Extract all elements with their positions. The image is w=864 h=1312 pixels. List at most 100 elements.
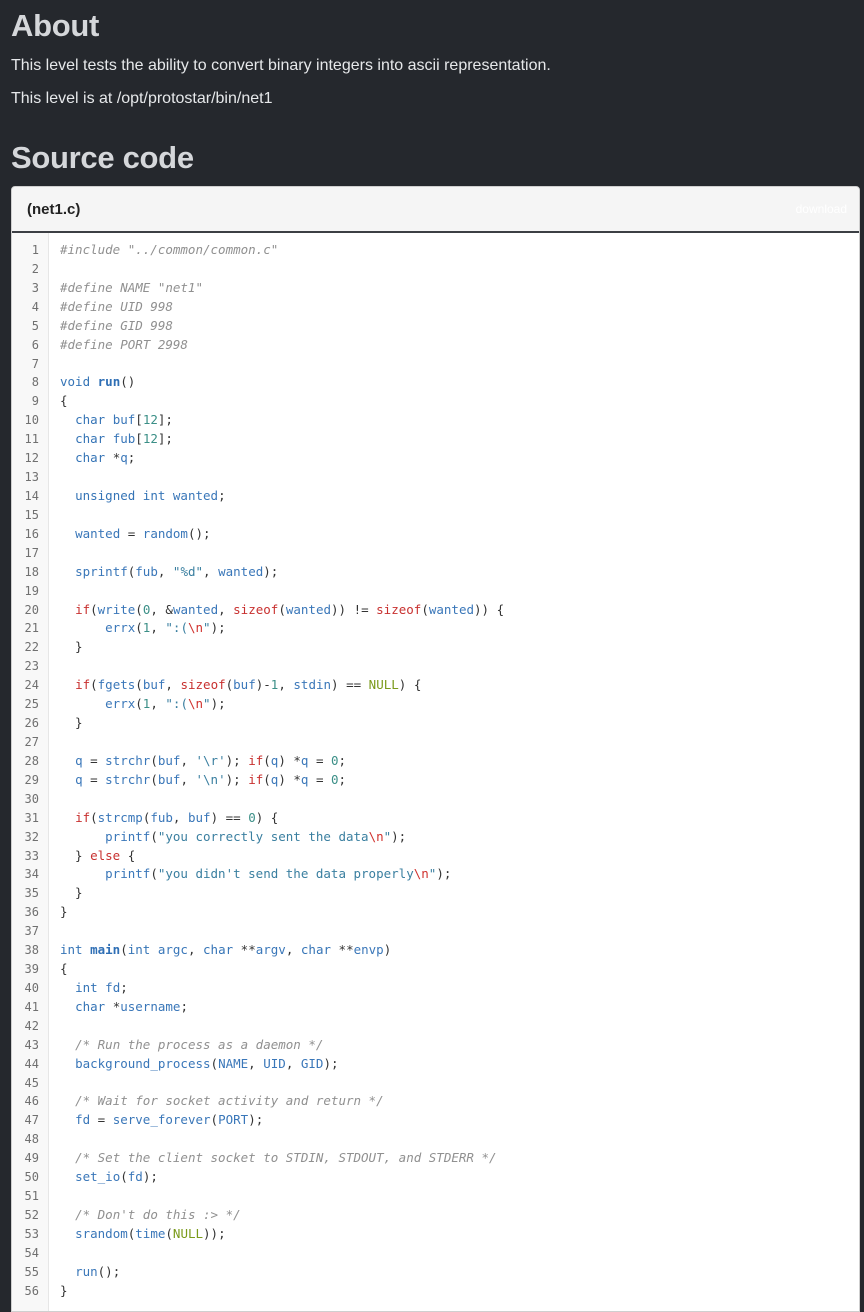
line-content: int main(int argc, char **argv, char **e…	[60, 941, 391, 960]
code-token: )	[383, 942, 392, 958]
code-token: #define GID 998	[60, 317, 173, 333]
code-token: (	[421, 601, 429, 617]
code-token: char	[300, 942, 339, 958]
line-number: 9	[31, 394, 39, 409]
code-line: 30	[12, 790, 859, 809]
code-line: 35 }	[12, 884, 859, 903]
code-token: fub	[112, 431, 136, 447]
code-token: unsigned int	[75, 487, 173, 503]
line-number: 12	[24, 451, 39, 466]
code-token: ();	[187, 525, 211, 541]
code-panel-header: (net1.c) download	[12, 187, 859, 233]
download-link[interactable]: download	[796, 202, 847, 216]
code-token: char	[203, 942, 241, 958]
code-token: ) {	[398, 677, 422, 693]
code-token: (	[135, 677, 143, 693]
code-token: (	[150, 866, 158, 882]
code-token: ;	[180, 998, 188, 1014]
code-line: 40 int fd;	[12, 979, 859, 998]
code-token: }	[60, 639, 83, 655]
line-number: 23	[24, 659, 39, 674]
code-token: );	[225, 752, 249, 768]
line-content: wanted = random();	[60, 525, 211, 544]
code-listing[interactable]: 1 #include "../common/common.c" 2 3 #define …	[12, 241, 859, 1301]
line-number: 16	[24, 526, 39, 541]
line-content: printf("you correctly sent the data\n");	[60, 828, 406, 847]
code-token: wanted	[172, 601, 219, 617]
code-token: =	[82, 752, 106, 768]
code-token: fd	[127, 1169, 143, 1185]
line-number: 56	[24, 1283, 39, 1298]
line-content: #define GID 998	[60, 317, 173, 336]
code-token: run	[97, 374, 121, 390]
code-line: 45	[12, 1074, 859, 1093]
code-token: write	[97, 601, 136, 617]
code-line: 49 /* Set the client socket to STDIN, ST…	[12, 1149, 859, 1168]
page: About This level tests the ability to co…	[0, 0, 864, 1312]
line-content: errx(1, ":(\n");	[60, 695, 226, 714]
code-token: ) *	[278, 752, 301, 768]
line-number: 4	[31, 299, 39, 314]
line-content: int fd;	[60, 979, 128, 998]
line-number: 38	[24, 943, 39, 958]
code-line: 22 }	[12, 638, 859, 657]
code-token: , &	[150, 601, 173, 617]
code-token: );	[391, 828, 407, 844]
code-token: if	[248, 771, 264, 787]
code-token: ":(	[165, 696, 188, 712]
code-token: "	[203, 620, 211, 636]
code-token: (	[135, 696, 143, 712]
line-content: /* Run the process as a daemon */	[60, 1036, 323, 1055]
line-number: 54	[24, 1245, 39, 1260]
code-token: strchr	[105, 752, 151, 768]
code-line: 36}	[12, 903, 859, 922]
code-line: 31 if(strcmp(fub, buf) == 0) {	[12, 809, 859, 828]
code-line: 55 run();	[12, 1263, 859, 1282]
code-line: 47 fd = serve_forever(PORT);	[12, 1111, 859, 1130]
code-token: );	[210, 696, 226, 712]
code-token: /* Run the process as a daemon */	[75, 1036, 324, 1052]
line-number: 41	[24, 999, 39, 1014]
line-number: 7	[31, 356, 39, 371]
code-token: argv	[255, 942, 286, 958]
code-token: 0	[331, 752, 339, 768]
code-token: ) {	[255, 809, 279, 825]
code-token: );	[142, 1169, 158, 1185]
code-line: 41 char *username;	[12, 998, 859, 1017]
code-token: ,	[203, 563, 219, 579]
code-line: 52 /* Don't do this :> */	[12, 1206, 859, 1225]
code-line: 11 char fub[12];	[12, 430, 859, 449]
code-token: }	[60, 904, 68, 920]
code-line: 28 q = strchr(buf, '\r'); if(q) *q = 0;	[12, 752, 859, 771]
line-content: q = strchr(buf, '\r'); if(q) *q = 0;	[60, 752, 346, 771]
code-token: GID	[300, 1055, 324, 1071]
code-token: }	[60, 885, 83, 901]
code-token: printf	[105, 866, 151, 882]
code-token: (	[90, 809, 98, 825]
code-token: (	[120, 1169, 128, 1185]
code-token: **	[240, 942, 256, 958]
line-content: } else {	[60, 847, 135, 866]
line-content: }	[60, 903, 68, 922]
line-number: 52	[24, 1208, 39, 1223]
line-content: }	[60, 638, 83, 657]
line-number: 18	[24, 564, 39, 579]
code-line: 34 printf("you didn't send the data prop…	[12, 865, 859, 884]
code-token: random	[142, 525, 188, 541]
code-token: ,	[285, 942, 301, 958]
code-line: 5 #define GID 998	[12, 317, 859, 336]
code-line: 53 srandom(time(NULL));	[12, 1225, 859, 1244]
code-token: ;	[338, 752, 347, 768]
code-line: 54	[12, 1244, 859, 1263]
code-token: sizeof	[376, 601, 422, 617]
code-token: (	[278, 601, 286, 617]
code-token: run	[75, 1263, 98, 1279]
